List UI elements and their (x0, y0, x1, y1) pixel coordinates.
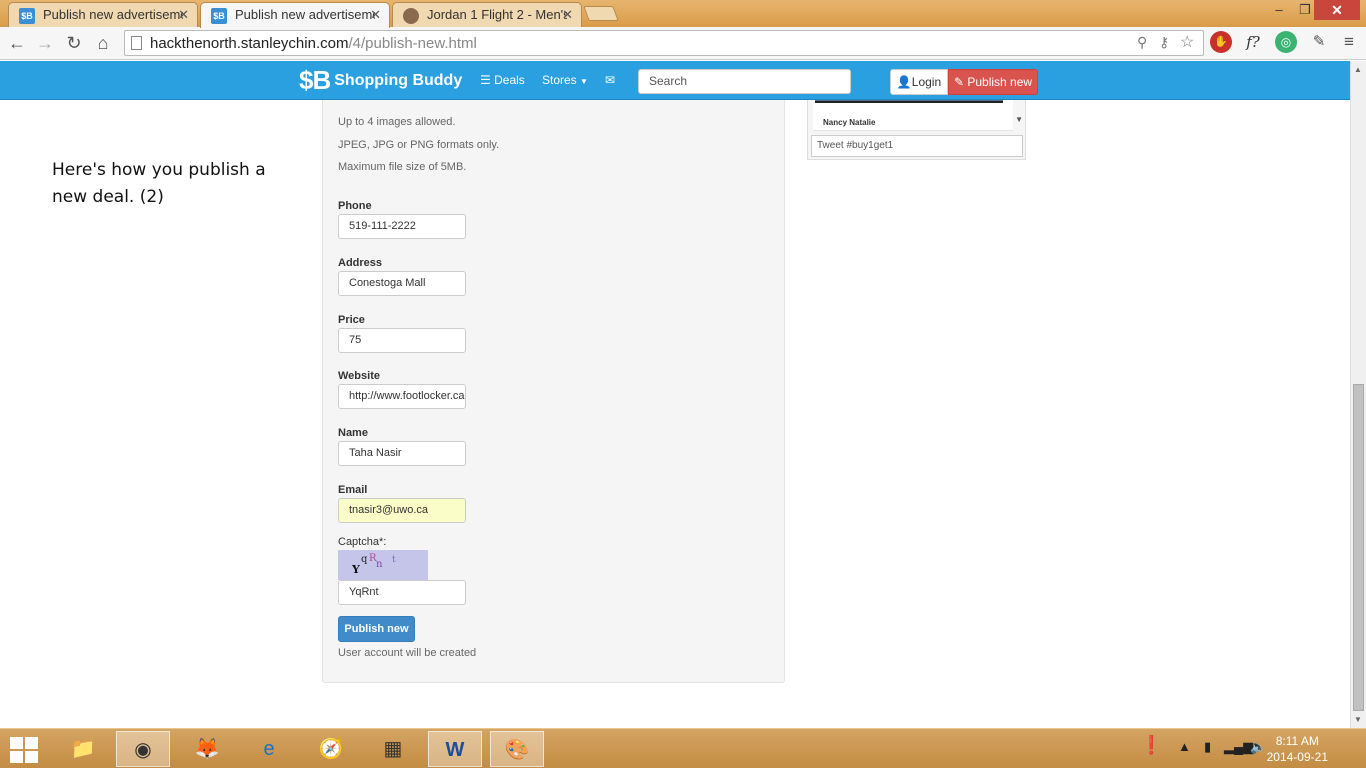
safari-icon[interactable]: 🧭 (304, 731, 358, 767)
phone-input[interactable]: 519-111-2222 (338, 214, 466, 239)
site-favicon-icon: $B (211, 8, 227, 24)
browser-tab[interactable]: Jordan 1 Flight 2 - Men's - ✕ (392, 2, 582, 27)
menu-icon[interactable]: ≡ (1338, 31, 1360, 53)
key-icon[interactable]: ⚷ (1159, 34, 1169, 51)
close-tab-icon[interactable]: ✕ (562, 7, 573, 23)
price-label: Price (338, 314, 365, 326)
scroll-down-icon[interactable]: ▼ (1015, 115, 1023, 124)
email-input[interactable]: tnasir3@uwo.ca (338, 498, 466, 523)
website-label: Website (338, 370, 380, 382)
shoe-favicon-icon (403, 8, 419, 24)
tweet-image (815, 100, 1003, 103)
chrome-icon[interactable]: ◉ (116, 731, 170, 767)
tweet-author: Nancy Natalie (823, 118, 876, 127)
address-bar[interactable]: hackthenorth.stanleychin.com/4/publish-n… (124, 30, 1204, 56)
start-button[interactable] (8, 735, 38, 763)
minimize-button[interactable]: – (1268, 0, 1290, 22)
battery-icon[interactable]: ▮ (1204, 739, 1211, 755)
brand-logo: $B (299, 65, 331, 95)
help-text: Up to 4 images allowed. (338, 116, 456, 128)
tab-title: Jordan 1 Flight 2 - Men's - (427, 7, 567, 22)
email-label: Email (338, 484, 368, 496)
zoom-icon[interactable]: ⚲ (1137, 34, 1147, 51)
forward-icon[interactable]: → (33, 32, 57, 56)
twitter-widget: Nancy Natalie ▼ Tweet #buy1get1 (807, 100, 1026, 160)
browser-tab[interactable]: $B Publish new advertisemen ✕ (8, 2, 198, 27)
page-scrollbar[interactable]: ▲ ▼ (1350, 61, 1366, 728)
publish-form-panel: Up to 4 images allowed. JPEG, JPG or PNG… (322, 100, 785, 683)
new-tab-button[interactable] (583, 6, 619, 21)
clock-time: 8:11 AM (1275, 734, 1319, 748)
url-text: hackthenorth.stanleychin.com/4/publish-n… (150, 35, 477, 52)
publish-new-nav-button[interactable]: ✎ Publish new (948, 69, 1038, 95)
volume-icon[interactable]: 🔈 (1250, 739, 1266, 755)
address-label: Address (338, 257, 383, 269)
browser-toolbar: ← → ↻ ⌂ hackthenorth.stanleychin.com/4/p… (0, 27, 1366, 60)
caption-text: Here's how you publish a new deal. (2) (52, 160, 266, 207)
close-tab-icon[interactable]: ✕ (178, 7, 189, 23)
window-close-button[interactable]: ✕ (1314, 0, 1360, 20)
notification-alert-icon[interactable]: ❗ (1140, 735, 1162, 756)
eyedropper-extension-icon[interactable]: ✎ (1308, 31, 1330, 53)
back-icon[interactable]: ← (5, 32, 29, 56)
name-input[interactable]: Taha Nasir (338, 441, 466, 466)
account-note: User account will be created (338, 647, 477, 659)
function-extension-icon[interactable]: f? (1242, 31, 1264, 53)
reload-icon[interactable]: ↻ (62, 32, 86, 56)
brand-name: Shopping Buddy (334, 72, 463, 89)
list-icon: ☰ (480, 73, 491, 87)
clock[interactable]: 8:11 AM 2014-09-21 (1267, 733, 1328, 765)
tab-title: Publish new advertisemen (235, 7, 375, 22)
pencil-icon: ✎ (953, 75, 964, 89)
internet-explorer-icon[interactable]: e (242, 731, 296, 767)
scroll-up-icon[interactable]: ▲ (1354, 65, 1362, 74)
help-text: JPEG, JPG or PNG formats only. (338, 139, 500, 151)
captcha-input[interactable]: YqRnt (338, 580, 466, 605)
site-navbar: $B Shopping Buddy ☰ Deals Stores ▼ ✉ Sear… (0, 61, 1350, 100)
tweet-feed[interactable]: Nancy Natalie (813, 100, 1013, 131)
page-icon (131, 36, 142, 50)
search-input[interactable]: Search (638, 69, 851, 94)
apps-grid-icon[interactable]: ▦ (366, 731, 420, 767)
file-explorer-icon[interactable]: 📁 (56, 731, 110, 767)
scrollbar-thumb[interactable] (1353, 384, 1364, 711)
brand[interactable]: $B Shopping Buddy (299, 66, 462, 94)
windows-taskbar: 📁 ◉ 🦊 e 🧭 ▦ W 🎨 ❗ ▲ ▮ ▂▄▆ 🔈 8:11 AM 2014… (0, 728, 1366, 768)
login-button[interactable]: 👤Login (890, 69, 948, 95)
price-input[interactable]: 75 (338, 328, 466, 353)
captcha-label: Captcha*: (338, 536, 387, 548)
site-favicon-icon: $B (19, 8, 35, 24)
paint-icon[interactable]: 🎨 (490, 731, 544, 767)
home-icon[interactable]: ⌂ (91, 32, 115, 56)
captcha-image: Y q R n t (338, 550, 428, 580)
page-content: Here's how you publish a new deal. (2) U… (0, 100, 1350, 728)
adblock-icon[interactable]: ✋ (1210, 31, 1232, 53)
nav-stores[interactable]: Stores ▼ (542, 73, 588, 87)
clock-date: 2014-09-21 (1266, 750, 1328, 764)
mail-icon[interactable]: ✉ (605, 73, 615, 87)
tweet-input[interactable]: Tweet #buy1get1 (811, 135, 1023, 157)
signal-icon[interactable]: ▂▄▆ (1224, 739, 1253, 755)
restore-button[interactable]: ❐ (1294, 0, 1316, 22)
scroll-down-icon[interactable]: ▼ (1354, 715, 1362, 724)
firefox-icon[interactable]: 🦊 (180, 731, 234, 767)
grammar-extension-icon[interactable]: ◎ (1275, 31, 1297, 53)
user-icon: 👤 (896, 75, 912, 89)
close-tab-icon[interactable]: ✕ (370, 7, 381, 23)
tab-title: Publish new advertisemen (43, 7, 183, 22)
word-icon[interactable]: W (428, 731, 482, 767)
address-input[interactable]: Conestoga Mall (338, 271, 466, 296)
name-label: Name (338, 427, 368, 439)
nav-deals[interactable]: ☰ Deals (480, 73, 525, 87)
show-hidden-icons[interactable]: ▲ (1178, 739, 1191, 754)
help-text: Maximum file size of 5MB. (338, 161, 467, 173)
bookmark-star-icon[interactable]: ☆ (1180, 32, 1194, 52)
browser-tab-active[interactable]: $B Publish new advertisemen ✕ (200, 2, 390, 28)
phone-label: Phone (338, 200, 372, 212)
publish-new-button[interactable]: Publish new (338, 616, 415, 642)
browser-tab-strip: $B Publish new advertisemen ✕ $B Publish… (0, 0, 1366, 28)
caret-down-icon: ▼ (580, 77, 588, 86)
website-input[interactable]: http://www.footlocker.ca (338, 384, 466, 409)
